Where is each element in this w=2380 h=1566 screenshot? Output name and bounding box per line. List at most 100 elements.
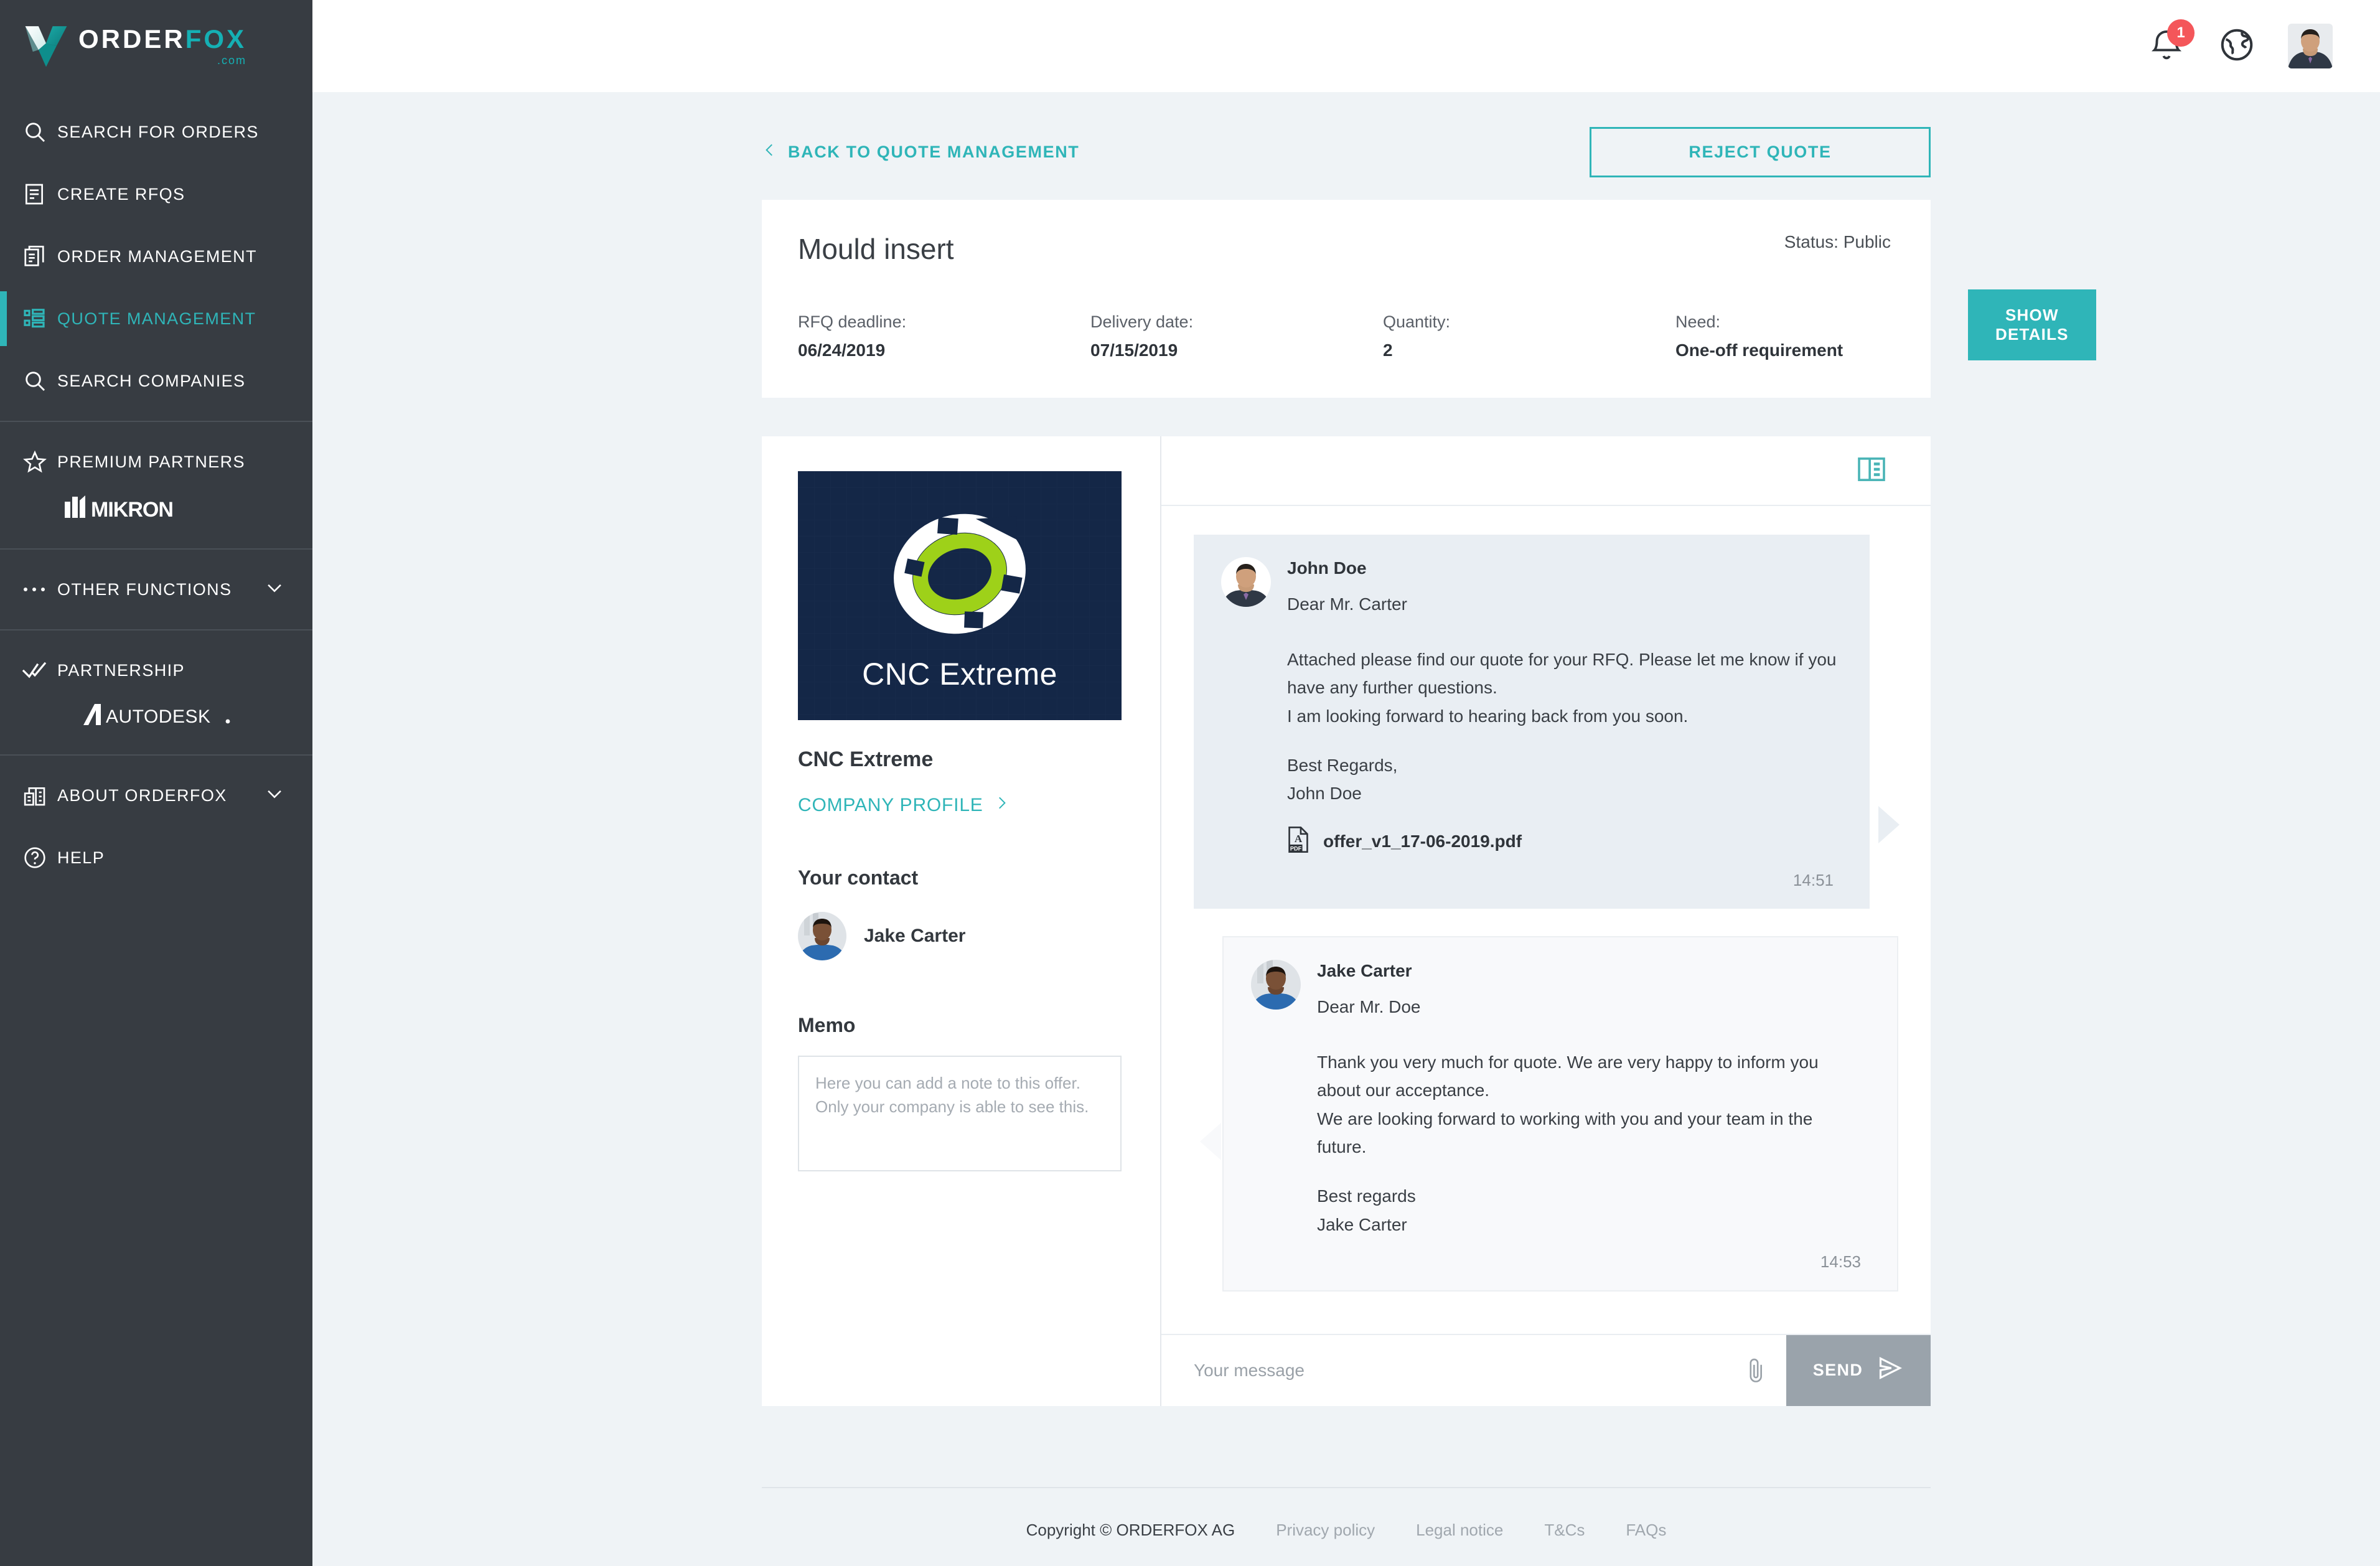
main-region: 1 BACK TO QUOTE MANAGEMENT REJECT QUOTE … [312,0,2380,1566]
sidebar-item-quote-management[interactable]: QUOTE MANAGEMENT [0,288,312,350]
message-bubble: Jake Carter Dear Mr. Doe Thank you very … [1222,935,1898,1292]
search-icon [22,120,57,144]
message-body: Thank you very much for quote. We are ve… [1317,1048,1865,1239]
sidebar-item-label: OTHER FUNCTIONS [57,579,232,599]
sidebar-item-label: PARTNERSHIP [57,660,185,680]
sidebar-item-search-companies[interactable]: SEARCH COMPANIES [0,350,312,412]
contact-avatar [798,912,846,960]
paperclip-icon [1750,1358,1762,1382]
message-signoff: Best Regards, [1287,756,1398,776]
svg-text:A: A [1295,833,1303,845]
info-field-value: One-off requirement [1675,340,1844,360]
info-field-value: 2 [1383,340,1393,360]
chevron-down-icon[interactable] [264,783,285,809]
chevron-down-icon[interactable] [264,577,285,602]
footer-link-faqs[interactable]: FAQs [1626,1521,1666,1540]
svg-text:PDF: PDF [1290,845,1302,851]
info-field-value: 07/15/2019 [1090,340,1178,360]
message-author: Jake Carter [1317,960,1412,980]
message-avatar [1221,557,1271,607]
reject-quote-button[interactable]: REJECT QUOTE [1590,127,1931,177]
double-check-icon [22,662,57,679]
company-name: CNC Extreme [798,748,934,771]
send-label: SEND [1812,1361,1863,1380]
sidebar-item-premium-partners[interactable]: PREMIUM PARTNERS [0,431,312,493]
message-line: Attached please find our quote for your … [1287,650,1837,698]
memo-section: Memo [798,1014,1124,1174]
back-link-label: BACK TO QUOTE MANAGEMENT [788,143,1080,161]
brand-word-order: ORDER [78,24,185,54]
sidebar-item-about-orderfox[interactable]: ABOUT ORDERFOX [0,764,312,827]
attachment-filename: offer_v1_17-06-2019.pdf [1323,832,1522,851]
avatar-image [2288,24,2333,68]
sidebar-item-label: SEARCH FOR ORDERS [57,122,259,141]
bubble-tail [1200,1122,1221,1160]
app-root: ORDERFOX .com SEARCH FOR ORDERS CREATE R… [0,0,2380,1566]
buildings-icon [22,783,57,808]
list-icon [22,307,57,331]
pdf-icon: PDF A [1288,826,1308,853]
sidebar-item-help[interactable]: HELP [0,827,312,889]
chat-toolbar [1161,436,1931,506]
footer-link-privacy-policy[interactable]: Privacy policy [1276,1521,1375,1540]
chevron-right-icon [993,793,1010,818]
avatar-image [1221,557,1271,607]
memo-input[interactable] [798,1056,1122,1171]
nav-group-premium-partners: PREMIUM PARTNERS MIKRON [0,421,312,548]
split-view-toggle-icon[interactable] [1857,457,1886,485]
partner-logo-mikron[interactable]: MIKRON [0,493,312,540]
sidebar-item-partnership[interactable]: PARTNERSHIP [0,639,312,701]
show-details-button[interactable]: SHOW DETAILS [1968,289,2096,360]
footer-link-legal-notice[interactable]: Legal notice [1416,1521,1503,1540]
message-body: Attached please find our quote for your … [1287,645,1837,857]
company-panel: CNC Extreme CNC Extreme COMPANY PROFILE … [762,436,1161,1406]
brand-logo[interactable]: ORDERFOX .com [0,0,312,92]
send-button[interactable]: SEND [1786,1334,1931,1406]
layout-icon [1858,457,1885,481]
message-greeting: Dear Mr. Doe [1317,996,1421,1016]
language-button[interactable] [2218,26,2256,67]
contact-section: Your contact Jake Carter [798,866,1124,960]
brand-dotcom: .com [217,54,247,67]
info-field-delivery-date: Delivery date: 07/15/2019 [1090,312,1383,360]
contact-row[interactable]: Jake Carter [798,912,1124,960]
partner-logo-autodesk[interactable]: AUTODESK [0,701,312,746]
user-avatar[interactable] [2288,24,2333,68]
sidebar-item-create-rfqs[interactable]: CREATE RFQS [0,163,312,225]
sidebar-item-search-for-orders[interactable]: SEARCH FOR ORDERS [0,101,312,163]
chevron-left-icon [762,139,778,165]
sidebar-item-label: HELP [57,848,105,867]
sidebar-item-label: PREMIUM PARTNERS [57,452,245,471]
message-timestamp: 14:53 [1820,1252,1861,1271]
attach-file-button[interactable] [1726,1334,1786,1406]
message-line: I am looking forward to hearing back fro… [1287,706,1689,726]
document-icon [22,182,57,206]
message-line: We are looking forward to working with y… [1317,1109,1813,1156]
svg-text:AUTODESK: AUTODESK [106,706,211,727]
back-to-quote-management-link[interactable]: BACK TO QUOTE MANAGEMENT [762,139,1079,165]
message-input[interactable] [1161,1334,1726,1406]
sidebar-item-other-functions[interactable]: OTHER FUNCTIONS [0,558,312,621]
page-content: BACK TO QUOTE MANAGEMENT REJECT QUOTE Mo… [312,92,2380,1566]
status-badge: Status: Public [1784,232,1891,251]
message-line: Thank you very much for quote. We are ve… [1317,1052,1819,1100]
info-field-label: Quantity: [1383,312,1451,331]
sidebar-item-order-management[interactable]: ORDER MANAGEMENT [0,225,312,288]
attachment-link[interactable]: PDF A offer_v1_17-06-2019.pdf [1287,826,1837,857]
pdf-file-icon: PDF A [1287,826,1309,857]
footer-copyright: Copyright © ORDERFOX AG [1026,1520,1235,1539]
nav-group-other-functions: OTHER FUNCTIONS [0,548,312,629]
info-field-label: Need: [1675,312,1721,331]
nav-group-about: ABOUT ORDERFOX HELP [0,754,312,898]
info-field-need: Need: One-off requirement [1675,312,1968,360]
company-profile-link[interactable]: COMPANY PROFILE [798,793,1124,818]
orderfox-mark-icon [25,26,67,67]
globe-icon [2221,29,2253,60]
message-composer: SEND [1161,1333,1931,1406]
message-bubble: John Doe Dear Mr. Carter Attached please… [1194,535,1870,909]
message-greeting: Dear Mr. Carter [1287,594,1407,614]
footer-link-tcs[interactable]: T&Cs [1544,1521,1585,1540]
message-signature: Jake Carter [1317,1214,1407,1234]
notifications-button[interactable]: 1 [2147,19,2195,65]
message-signature: John Doe [1287,784,1362,804]
